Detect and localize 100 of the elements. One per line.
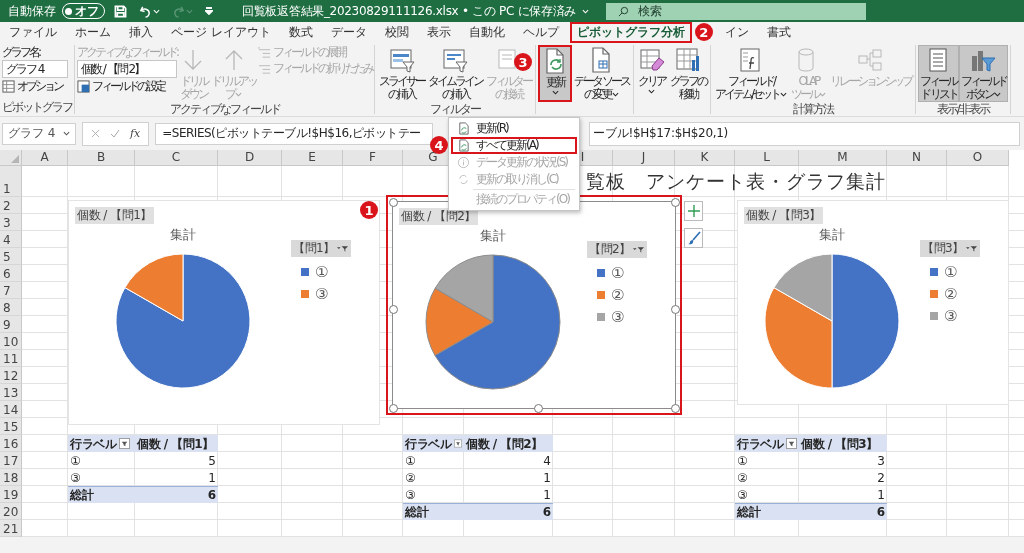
ribbon-button[interactable]: フィール ド リスト [917, 45, 959, 102]
ribbon-tab[interactable]: 挿入 [122, 22, 160, 43]
pie-slice[interactable] [425, 287, 494, 356]
caret-icon [648, 89, 656, 94]
row-number[interactable]: 16 [0, 435, 22, 452]
column-header[interactable]: B [68, 150, 135, 166]
legend-filter-button[interactable]: 【問3】 [920, 240, 980, 257]
ribbon-button[interactable]: データ ソース の変更 [572, 45, 631, 102]
resize-handle[interactable] [671, 305, 680, 314]
insert-function-button[interactable]: fx [130, 127, 141, 140]
formula-field[interactable]: ーブル!$H$17:$H$20,1) [589, 121, 1020, 146]
enter-button[interactable] [110, 128, 120, 139]
field-button[interactable]: 個数 / 【問3】 [744, 207, 823, 224]
ribbon-button[interactable]: フィールド ボタン [958, 45, 1008, 102]
row-number[interactable]: 21 [0, 520, 22, 537]
row-number[interactable]: 9 [0, 316, 22, 333]
row-number[interactable]: 12 [0, 367, 22, 384]
menu-item[interactable]: すべて更新(A) [451, 137, 577, 154]
resize-handle[interactable] [389, 305, 398, 314]
ribbon-tab[interactable]: イン [717, 22, 756, 43]
column-header[interactable]: L [735, 150, 799, 166]
row-number[interactable]: 20 [0, 503, 22, 520]
row-number[interactable]: 11 [0, 350, 22, 367]
row-number[interactable]: 5 [0, 248, 22, 265]
ribbon-button[interactable]: オプション [2, 79, 68, 94]
pie-slice[interactable] [434, 254, 561, 390]
autosave-toggle[interactable]: オフ [62, 3, 105, 19]
corner-triangle-icon [11, 155, 19, 163]
resize-handle[interactable] [671, 404, 680, 413]
row-number[interactable]: 7 [0, 282, 22, 299]
row-number[interactable]: 13 [0, 384, 22, 401]
ribbon-tab[interactable]: ヘルプ [515, 22, 566, 43]
column-header[interactable]: F [343, 150, 403, 166]
column-header[interactable]: M [799, 150, 887, 166]
field-button[interactable]: 個数 / 【問1】 [75, 207, 154, 224]
row-number[interactable]: 2 [0, 197, 22, 214]
move-chart-icon [673, 46, 702, 74]
ribbon-tab[interactable]: ファイル [2, 22, 64, 43]
row-number[interactable]: 8 [0, 299, 22, 316]
formula-field[interactable]: =SERIES(ピボットテーブル!$H$16,ピボットテー [155, 122, 434, 145]
resize-handle[interactable] [389, 404, 398, 413]
legend-filter-button[interactable]: 【問2】 [587, 241, 647, 258]
pie-chart[interactable]: 個数 / 【問3】 集計 【問3】 ① ② ③ [737, 200, 1009, 405]
filter-icon[interactable] [119, 438, 130, 449]
chart-styles-button[interactable] [684, 228, 703, 248]
row-number[interactable]: 1 [0, 166, 22, 197]
plus-icon [686, 204, 701, 218]
name-box[interactable]: グラフ 4 [2, 122, 76, 145]
ribbon-button[interactable]: 更新 [538, 45, 573, 102]
row-number[interactable]: 15 [0, 418, 22, 435]
resize-handle[interactable] [671, 198, 680, 207]
row-number[interactable]: 6 [0, 265, 22, 282]
ribbon-button[interactable]: クリア [635, 45, 668, 102]
input-field[interactable]: 個数 / 【問 2】 [77, 60, 178, 78]
document-refresh-icon [457, 122, 470, 135]
ribbon-tab[interactable]: 表示 [419, 22, 458, 43]
pie-slice[interactable] [434, 254, 494, 323]
ribbon-button[interactable]: フィールド/ アイテム/セット [712, 45, 789, 102]
column-header[interactable]: E [282, 150, 343, 166]
ribbon-tab[interactable]: 書式 [759, 22, 798, 43]
legend-label: ② [611, 286, 625, 304]
ribbon-tab[interactable]: データ [323, 22, 374, 43]
row-number[interactable]: 4 [0, 231, 22, 248]
legend-filter-button[interactable]: 【問1】 [291, 240, 351, 257]
row-number[interactable]: 14 [0, 401, 22, 418]
column-header[interactable]: C [135, 150, 218, 166]
legend-label: ① [315, 263, 329, 281]
cancel-button[interactable] [91, 129, 100, 138]
column-header[interactable]: O [947, 150, 1009, 166]
input-field[interactable]: グラフ 4 [2, 60, 68, 78]
ribbon-tab[interactable]: ページ レイアウト [164, 22, 278, 43]
ribbon-button[interactable]: グラフの 移動 [667, 45, 708, 102]
menu-item[interactable]: 更新(R) [451, 120, 577, 137]
row-number[interactable]: 19 [0, 486, 22, 503]
resize-handle[interactable] [534, 404, 543, 413]
ribbon-tab[interactable]: 校閲 [377, 22, 416, 43]
column-header[interactable]: A [22, 150, 68, 166]
search-field[interactable]: 検索 [606, 2, 866, 20]
select-all-button[interactable] [0, 150, 22, 166]
ribbon-tab[interactable]: ピボットグラフ分析 [569, 22, 692, 43]
row-number[interactable]: 17 [0, 452, 22, 469]
customize-button[interactable] [202, 7, 216, 15]
ribbon-tab[interactable]: 自動化 [461, 22, 512, 43]
ribbon-tab[interactable]: ホーム [68, 22, 118, 43]
resize-handle[interactable] [389, 198, 398, 207]
row-number[interactable]: 10 [0, 333, 22, 350]
filter-icon[interactable] [454, 438, 462, 449]
ribbon-button[interactable]: スライサー の挿入 [377, 45, 427, 102]
ribbon-button[interactable]: フィールドの設定 [77, 79, 178, 94]
chart-elements-button[interactable] [684, 201, 703, 221]
column-header[interactable]: J [613, 150, 675, 166]
column-header[interactable]: N [887, 150, 947, 166]
ribbon-button[interactable]: タイムライン の挿入 [426, 45, 485, 102]
column-header[interactable]: D [218, 150, 282, 166]
brush-icon [686, 231, 701, 245]
column-header[interactable]: K [675, 150, 735, 166]
row-number[interactable]: 18 [0, 469, 22, 486]
filter-icon[interactable] [786, 438, 797, 449]
row-number[interactable]: 3 [0, 214, 22, 231]
ribbon-tab[interactable]: 数式 [281, 22, 320, 43]
